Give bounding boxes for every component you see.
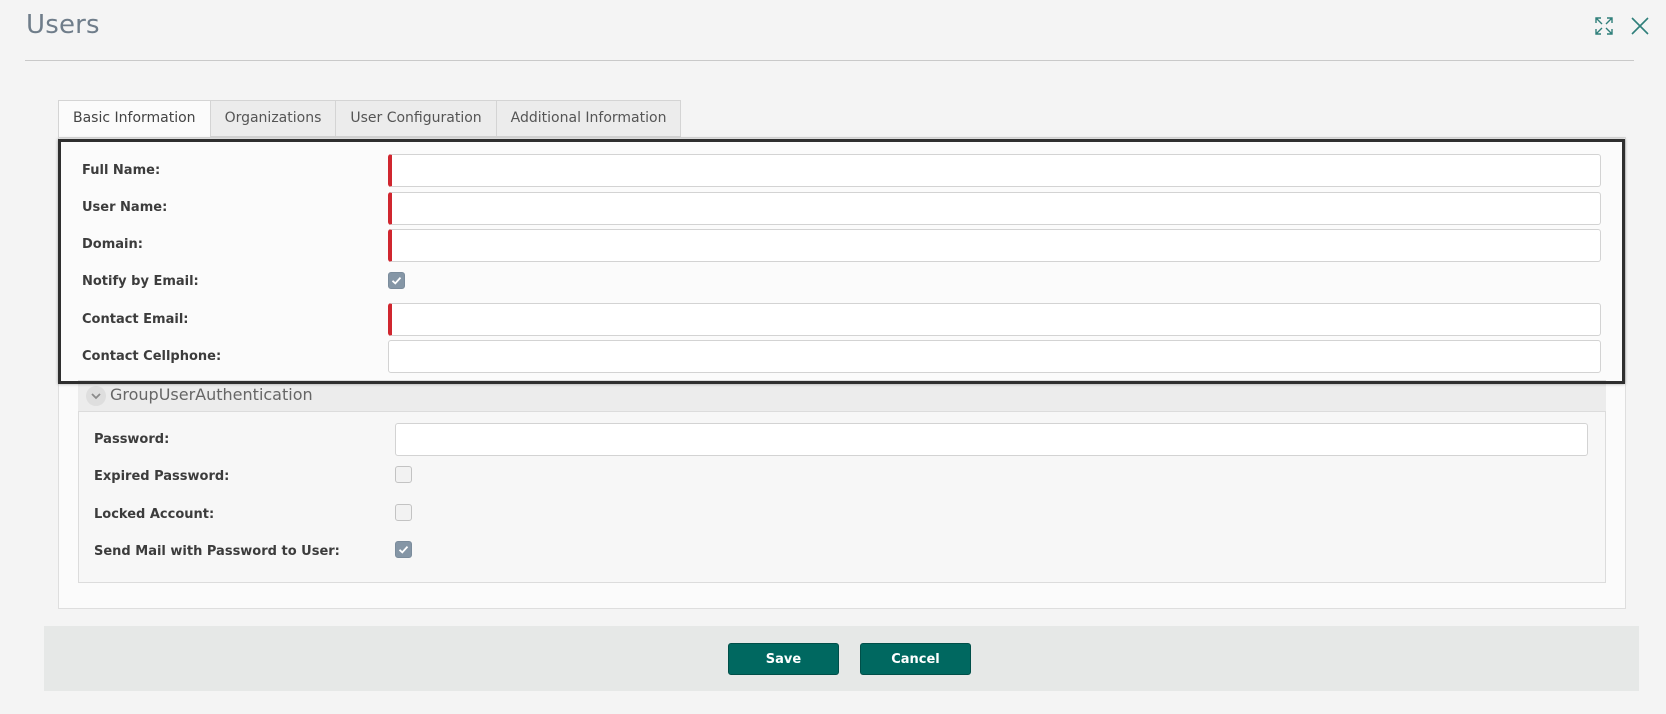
full-name-input[interactable] xyxy=(388,154,1601,187)
notify-by-email-checkbox[interactable] xyxy=(388,272,405,289)
user-name-input[interactable] xyxy=(388,192,1601,225)
dialog-footer xyxy=(44,626,1639,691)
user-name-label: User Name: xyxy=(82,200,168,215)
contact-email-label: Contact Email: xyxy=(82,312,189,327)
send-mail-checkbox[interactable] xyxy=(395,541,412,558)
expired-password-checkbox[interactable] xyxy=(395,466,412,483)
password-input[interactable] xyxy=(395,423,1588,456)
locked-account-checkbox[interactable] xyxy=(395,504,412,521)
check-icon xyxy=(398,545,409,554)
tab-user-configuration[interactable]: User Configuration xyxy=(336,100,497,137)
locked-account-label: Locked Account: xyxy=(94,507,215,522)
tab-bar: Basic Information Organizations User Con… xyxy=(58,100,682,138)
password-label: Password: xyxy=(94,432,170,447)
cancel-button[interactable]: Cancel xyxy=(860,643,971,675)
chevron-down-icon[interactable] xyxy=(86,386,106,406)
maximize-icon[interactable] xyxy=(1592,14,1616,38)
close-icon[interactable] xyxy=(1628,14,1652,38)
expired-password-label: Expired Password: xyxy=(94,469,230,484)
group-section-title: GroupUserAuthentication xyxy=(110,385,313,404)
send-mail-label: Send Mail with Password to User: xyxy=(94,544,340,559)
contact-cellphone-label: Contact Cellphone: xyxy=(82,349,222,364)
domain-label: Domain: xyxy=(82,237,143,252)
tab-additional-information[interactable]: Additional Information xyxy=(496,100,682,137)
contact-cellphone-input[interactable] xyxy=(388,340,1601,373)
dialog-title: Users xyxy=(26,10,100,40)
full-name-label: Full Name: xyxy=(82,163,161,178)
contact-email-input[interactable] xyxy=(388,303,1601,336)
tab-organizations[interactable]: Organizations xyxy=(210,100,337,137)
notify-by-email-label: Notify by Email: xyxy=(82,274,199,289)
save-button[interactable]: Save xyxy=(728,643,839,675)
tab-basic-information[interactable]: Basic Information xyxy=(58,100,211,138)
domain-input[interactable] xyxy=(388,229,1601,262)
check-icon xyxy=(391,276,402,285)
title-divider xyxy=(25,60,1634,61)
